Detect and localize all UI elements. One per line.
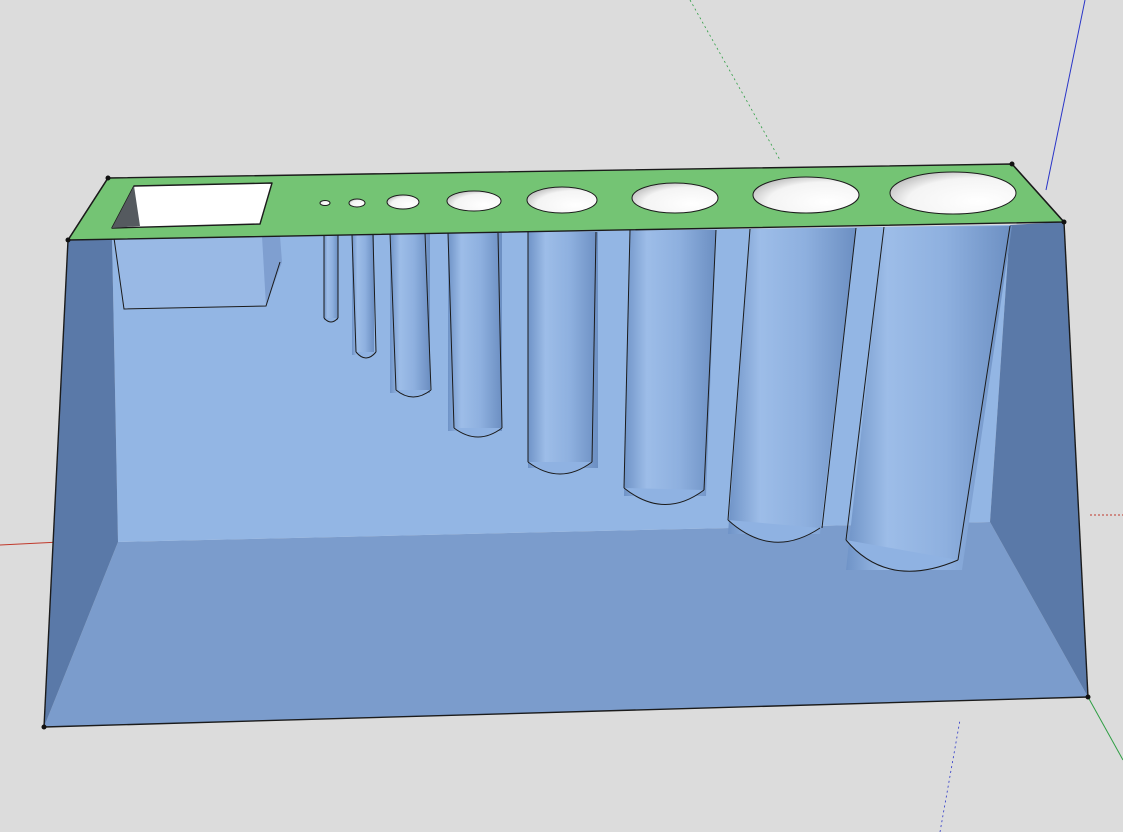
- cylinder-4-body: [448, 233, 502, 431]
- hole-2: [348, 198, 366, 208]
- hole-7-opening: [752, 176, 860, 214]
- hole-1: [319, 200, 331, 206]
- 3d-model-viewport[interactable]: [0, 0, 1123, 832]
- vertex: [1061, 219, 1067, 225]
- hole-6: [631, 182, 719, 214]
- hole-3: [386, 194, 420, 210]
- cylinder-4: [447, 232, 503, 438]
- hole-5-opening: [526, 186, 598, 214]
- square-pocket-front: [114, 236, 280, 309]
- cylinder-6-body: [624, 230, 716, 496]
- hole-4-opening: [446, 190, 502, 212]
- cylinder-6: [623, 229, 717, 505]
- hole-8-opening: [889, 171, 1017, 215]
- hole-2-opening: [348, 198, 366, 208]
- hole-3-opening: [386, 194, 420, 210]
- cylinder-5: [527, 231, 598, 475]
- cylinder-2: [351, 234, 377, 359]
- cylinder-1: [323, 235, 339, 323]
- square-opening: [111, 182, 273, 229]
- cylinder-3: [389, 232, 432, 398]
- cylinder-5-body: [528, 232, 598, 468]
- cylinder-3-body: [390, 233, 430, 393]
- vertex: [1085, 694, 1091, 700]
- square-pocket: [113, 236, 282, 310]
- hole-5: [526, 186, 598, 214]
- hole-6-opening: [631, 182, 719, 214]
- hole-7: [752, 176, 860, 214]
- cylinder-1-body: [324, 235, 338, 320]
- hole-4: [446, 190, 502, 212]
- hole-8: [889, 171, 1017, 215]
- vertex: [41, 724, 47, 730]
- vertex: [1009, 161, 1015, 167]
- hole-1-opening: [319, 200, 331, 206]
- vertex: [65, 237, 71, 243]
- vertex: [105, 175, 111, 181]
